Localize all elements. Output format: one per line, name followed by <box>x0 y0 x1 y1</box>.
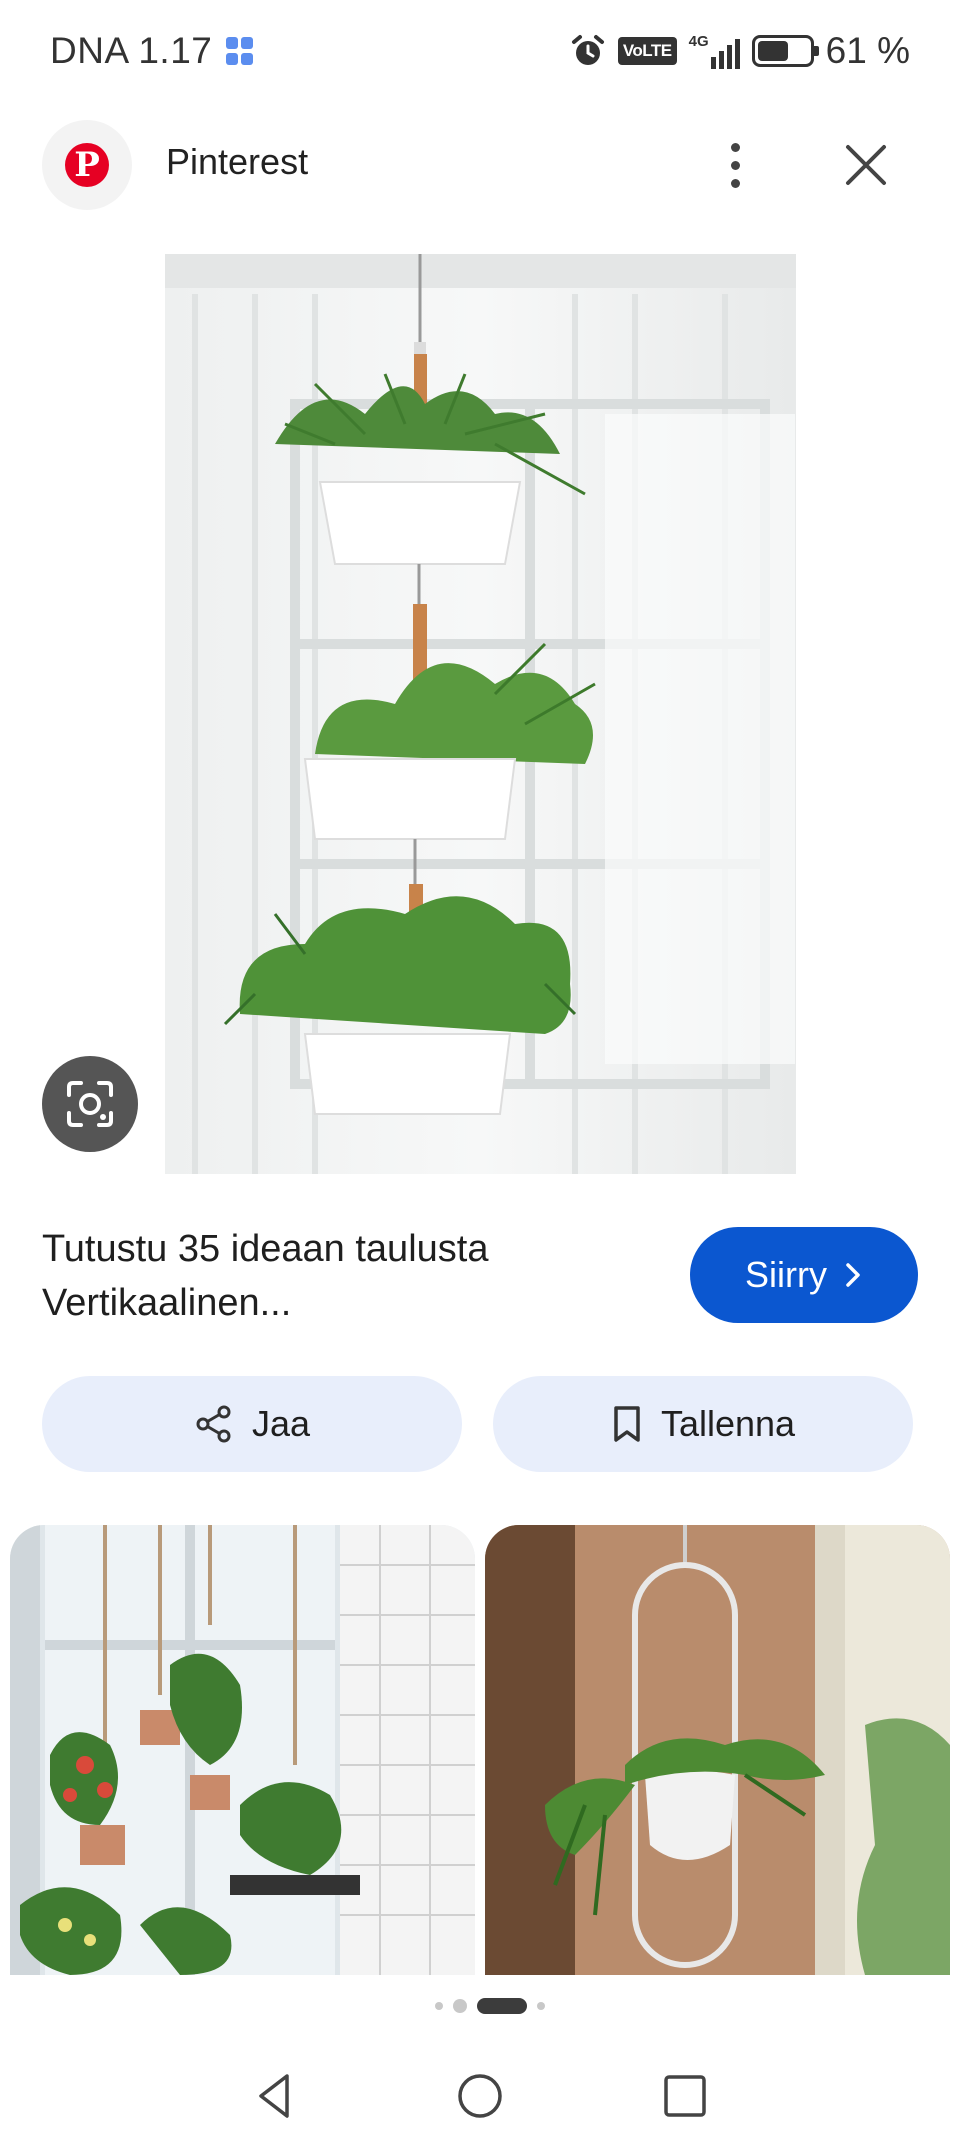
header: P Pinterest <box>0 115 960 215</box>
share-button[interactable]: Jaa <box>42 1376 462 1472</box>
battery-icon <box>751 35 819 67</box>
save-label: Tallenna <box>660 1403 796 1444</box>
lens-search-button[interactable] <box>42 1056 138 1152</box>
site-name: Pinterest <box>166 141 309 182</box>
chevron-right-icon <box>846 1263 860 1287</box>
related-image[interactable] <box>485 1525 950 1975</box>
status-right: VoLTE 4G 61 % <box>570 30 910 72</box>
page-dot-active <box>477 1998 527 2014</box>
result-title: Tutustu 35 ideaan taulusta Vertikaalinen… <box>42 1228 489 1324</box>
carrier-time: DNA 1.17 <box>50 30 213 71</box>
pinterest-logo-letter: P <box>65 143 109 187</box>
navigation-bar <box>0 2050 960 2144</box>
save-button[interactable]: Tallenna <box>493 1376 913 1472</box>
alarm-icon <box>571 35 604 65</box>
signal-icon: 4G <box>689 33 740 69</box>
app-grid-icon <box>226 37 254 65</box>
bookmark-icon <box>614 1406 640 1442</box>
more-vert-icon[interactable] <box>715 133 755 197</box>
visit-label: Siirry <box>745 1254 827 1295</box>
lens-icon <box>67 1081 113 1127</box>
related-image[interactable] <box>10 1525 475 1975</box>
home-icon[interactable] <box>452 2068 508 2124</box>
page-indicator <box>0 1998 960 2014</box>
share-label: Jaa <box>251 1403 311 1444</box>
page-dot <box>537 2002 545 2010</box>
close-icon[interactable] <box>840 139 892 191</box>
page-dot <box>435 2002 443 2010</box>
recents-icon[interactable] <box>657 2068 713 2124</box>
pinterest-logo[interactable]: P <box>42 120 132 210</box>
status-left: DNA 1.17 <box>50 30 254 72</box>
network-type: 4G <box>688 33 709 50</box>
main-image[interactable] <box>165 254 796 1174</box>
visit-button[interactable]: Siirry <box>690 1227 918 1323</box>
volte-icon: VoLTE <box>617 37 677 65</box>
battery-percent: 61 % <box>825 30 910 71</box>
status-bar: DNA 1.17 VoLTE 4G 61 % <box>0 0 960 110</box>
page-dot <box>453 1999 467 2013</box>
back-icon[interactable] <box>247 2068 303 2124</box>
share-icon <box>196 1405 231 1443</box>
